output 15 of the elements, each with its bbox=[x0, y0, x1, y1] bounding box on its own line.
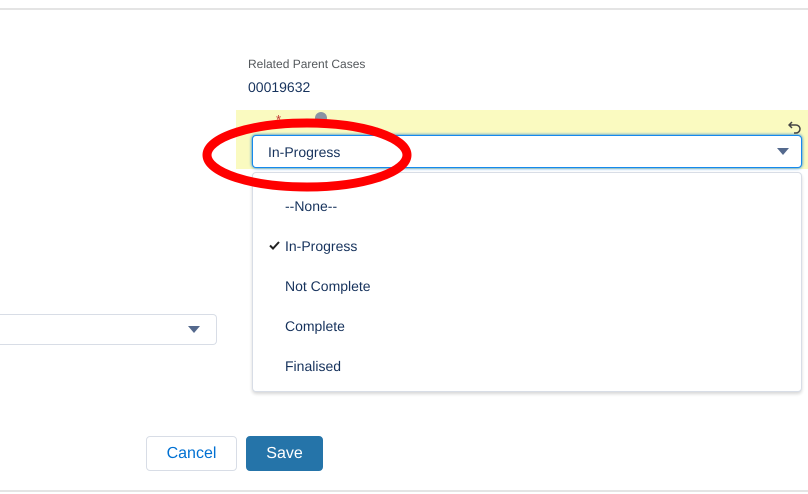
field-label: Related Parent Cases bbox=[248, 57, 366, 71]
required-mark: * bbox=[276, 112, 282, 127]
caret-icon bbox=[188, 326, 200, 333]
caret-icon bbox=[777, 148, 789, 155]
dropdown-option[interactable]: Finalised bbox=[253, 346, 801, 386]
dropdown-option[interactable]: Not Complete bbox=[253, 266, 801, 306]
field-value: 00019632 bbox=[248, 79, 312, 95]
save-button[interactable]: Save bbox=[246, 436, 323, 471]
dropdown-option[interactable]: Complete bbox=[253, 306, 801, 346]
undo-icon[interactable] bbox=[788, 120, 802, 134]
dropdown-option[interactable]: In-Progress bbox=[253, 226, 801, 266]
cancel-button[interactable]: Cancel bbox=[146, 436, 237, 471]
select-field[interactable] bbox=[0, 314, 217, 345]
status-select[interactable]: In-Progress bbox=[252, 135, 802, 168]
dropdown-option[interactable]: --None-- bbox=[253, 186, 801, 226]
